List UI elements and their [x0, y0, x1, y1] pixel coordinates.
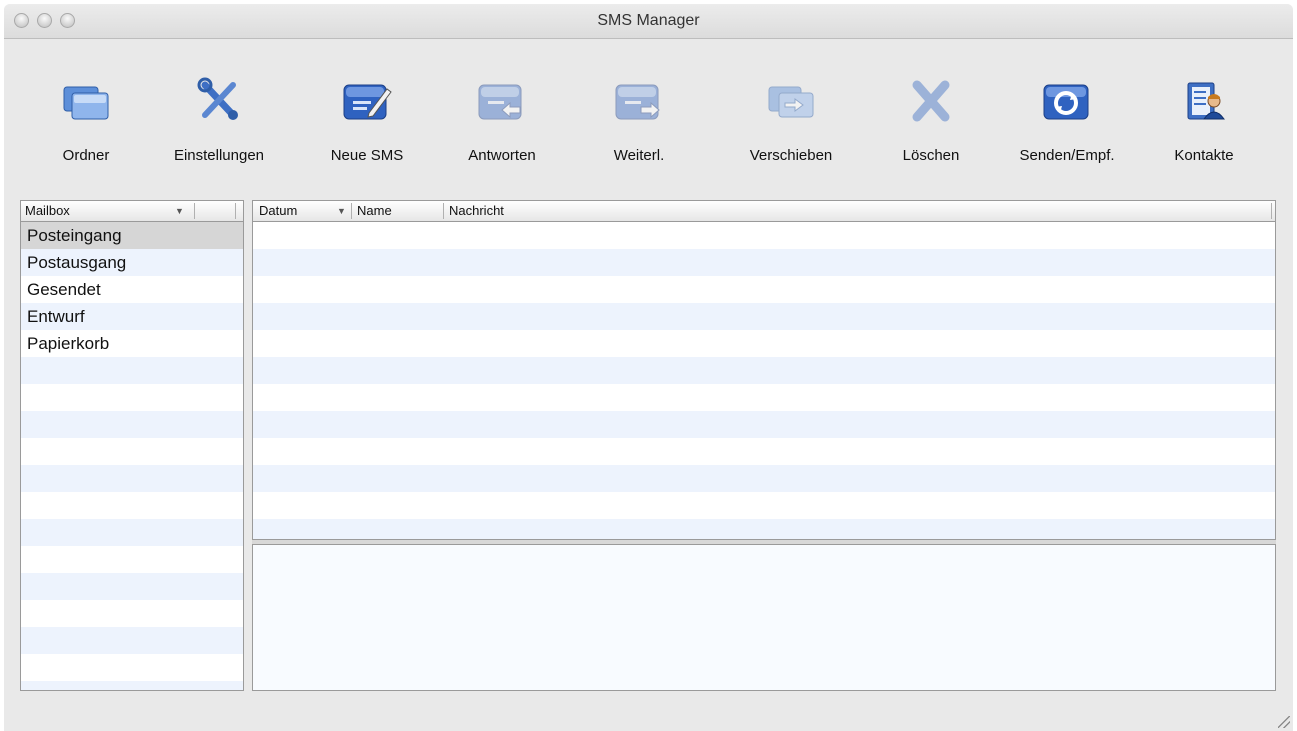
new-message-icon [343, 84, 392, 120]
message-rows[interactable] [253, 222, 1275, 539]
title-bar: SMS Manager [4, 4, 1293, 39]
toolbar-button-antworten[interactable]: Antworten [442, 77, 562, 164]
app-window: SMS Manager Ordner Einstellungen Neue SM… [4, 4, 1293, 731]
toolbar-button-loeschen[interactable]: Löschen [871, 77, 991, 164]
mailbox-item-papierkorb[interactable]: Papierkorb [21, 330, 243, 357]
contacts-icon [1187, 82, 1225, 120]
toolbar-button-weiterleiten[interactable]: Weiterl. [579, 77, 699, 164]
mailbox-pane: Mailbox ▼ Posteingang Postausgang Gesend… [20, 200, 244, 691]
toolbar-button-einstellungen[interactable]: Einstellungen [159, 77, 279, 164]
mailbox-header-label: Mailbox [25, 203, 70, 218]
mailbox-item-posteingang[interactable]: Posteingang [21, 222, 243, 249]
delete-icon [912, 80, 950, 122]
toolbar-button-kontakte[interactable]: Kontakte [1144, 77, 1264, 164]
column-header-datum[interactable]: Datum [259, 203, 297, 218]
column-divider[interactable] [1271, 203, 1272, 219]
column-header-name[interactable]: Name [357, 203, 392, 218]
move-icon [768, 86, 814, 118]
column-divider[interactable] [194, 203, 195, 219]
resize-grip-icon[interactable] [1278, 716, 1290, 728]
sort-descending-icon: ▼ [175, 206, 184, 216]
column-divider[interactable] [351, 203, 352, 219]
mailbox-column-header[interactable]: Mailbox ▼ [21, 201, 243, 222]
toolbar-button-ordner[interactable]: Ordner [26, 77, 146, 164]
mailbox-item-postausgang[interactable]: Postausgang [21, 249, 243, 276]
column-header-nachricht[interactable]: Nachricht [449, 203, 504, 218]
column-divider[interactable] [443, 203, 444, 219]
mailbox-item-entwurf[interactable]: Entwurf [21, 303, 243, 330]
tools-icon [197, 77, 238, 120]
message-list-pane: Datum ▼ Name Nachricht [252, 200, 1276, 540]
message-preview-pane[interactable] [252, 544, 1276, 691]
toolbar-button-neue-sms[interactable]: Neue SMS [307, 77, 427, 164]
toolbar-button-senden-empfangen[interactable]: Senden/Empf. [1007, 77, 1127, 164]
column-divider[interactable] [235, 203, 236, 219]
send-receive-icon [1043, 84, 1089, 120]
window-title: SMS Manager [597, 12, 700, 29]
toolbar-button-verschieben[interactable]: Verschieben [731, 77, 851, 164]
toolbar: Ordner Einstellungen Neue SMS Antworten … [4, 39, 1293, 189]
forward-icon [615, 84, 660, 120]
reply-icon [478, 84, 522, 120]
mailbox-item-gesendet[interactable]: Gesendet [21, 276, 243, 303]
sort-descending-icon: ▼ [337, 206, 346, 216]
message-list-header: Datum ▼ Name Nachricht [253, 201, 1275, 222]
folders-icon [63, 86, 109, 120]
mailbox-list: Posteingang Postausgang Gesendet Entwurf… [21, 222, 243, 690]
